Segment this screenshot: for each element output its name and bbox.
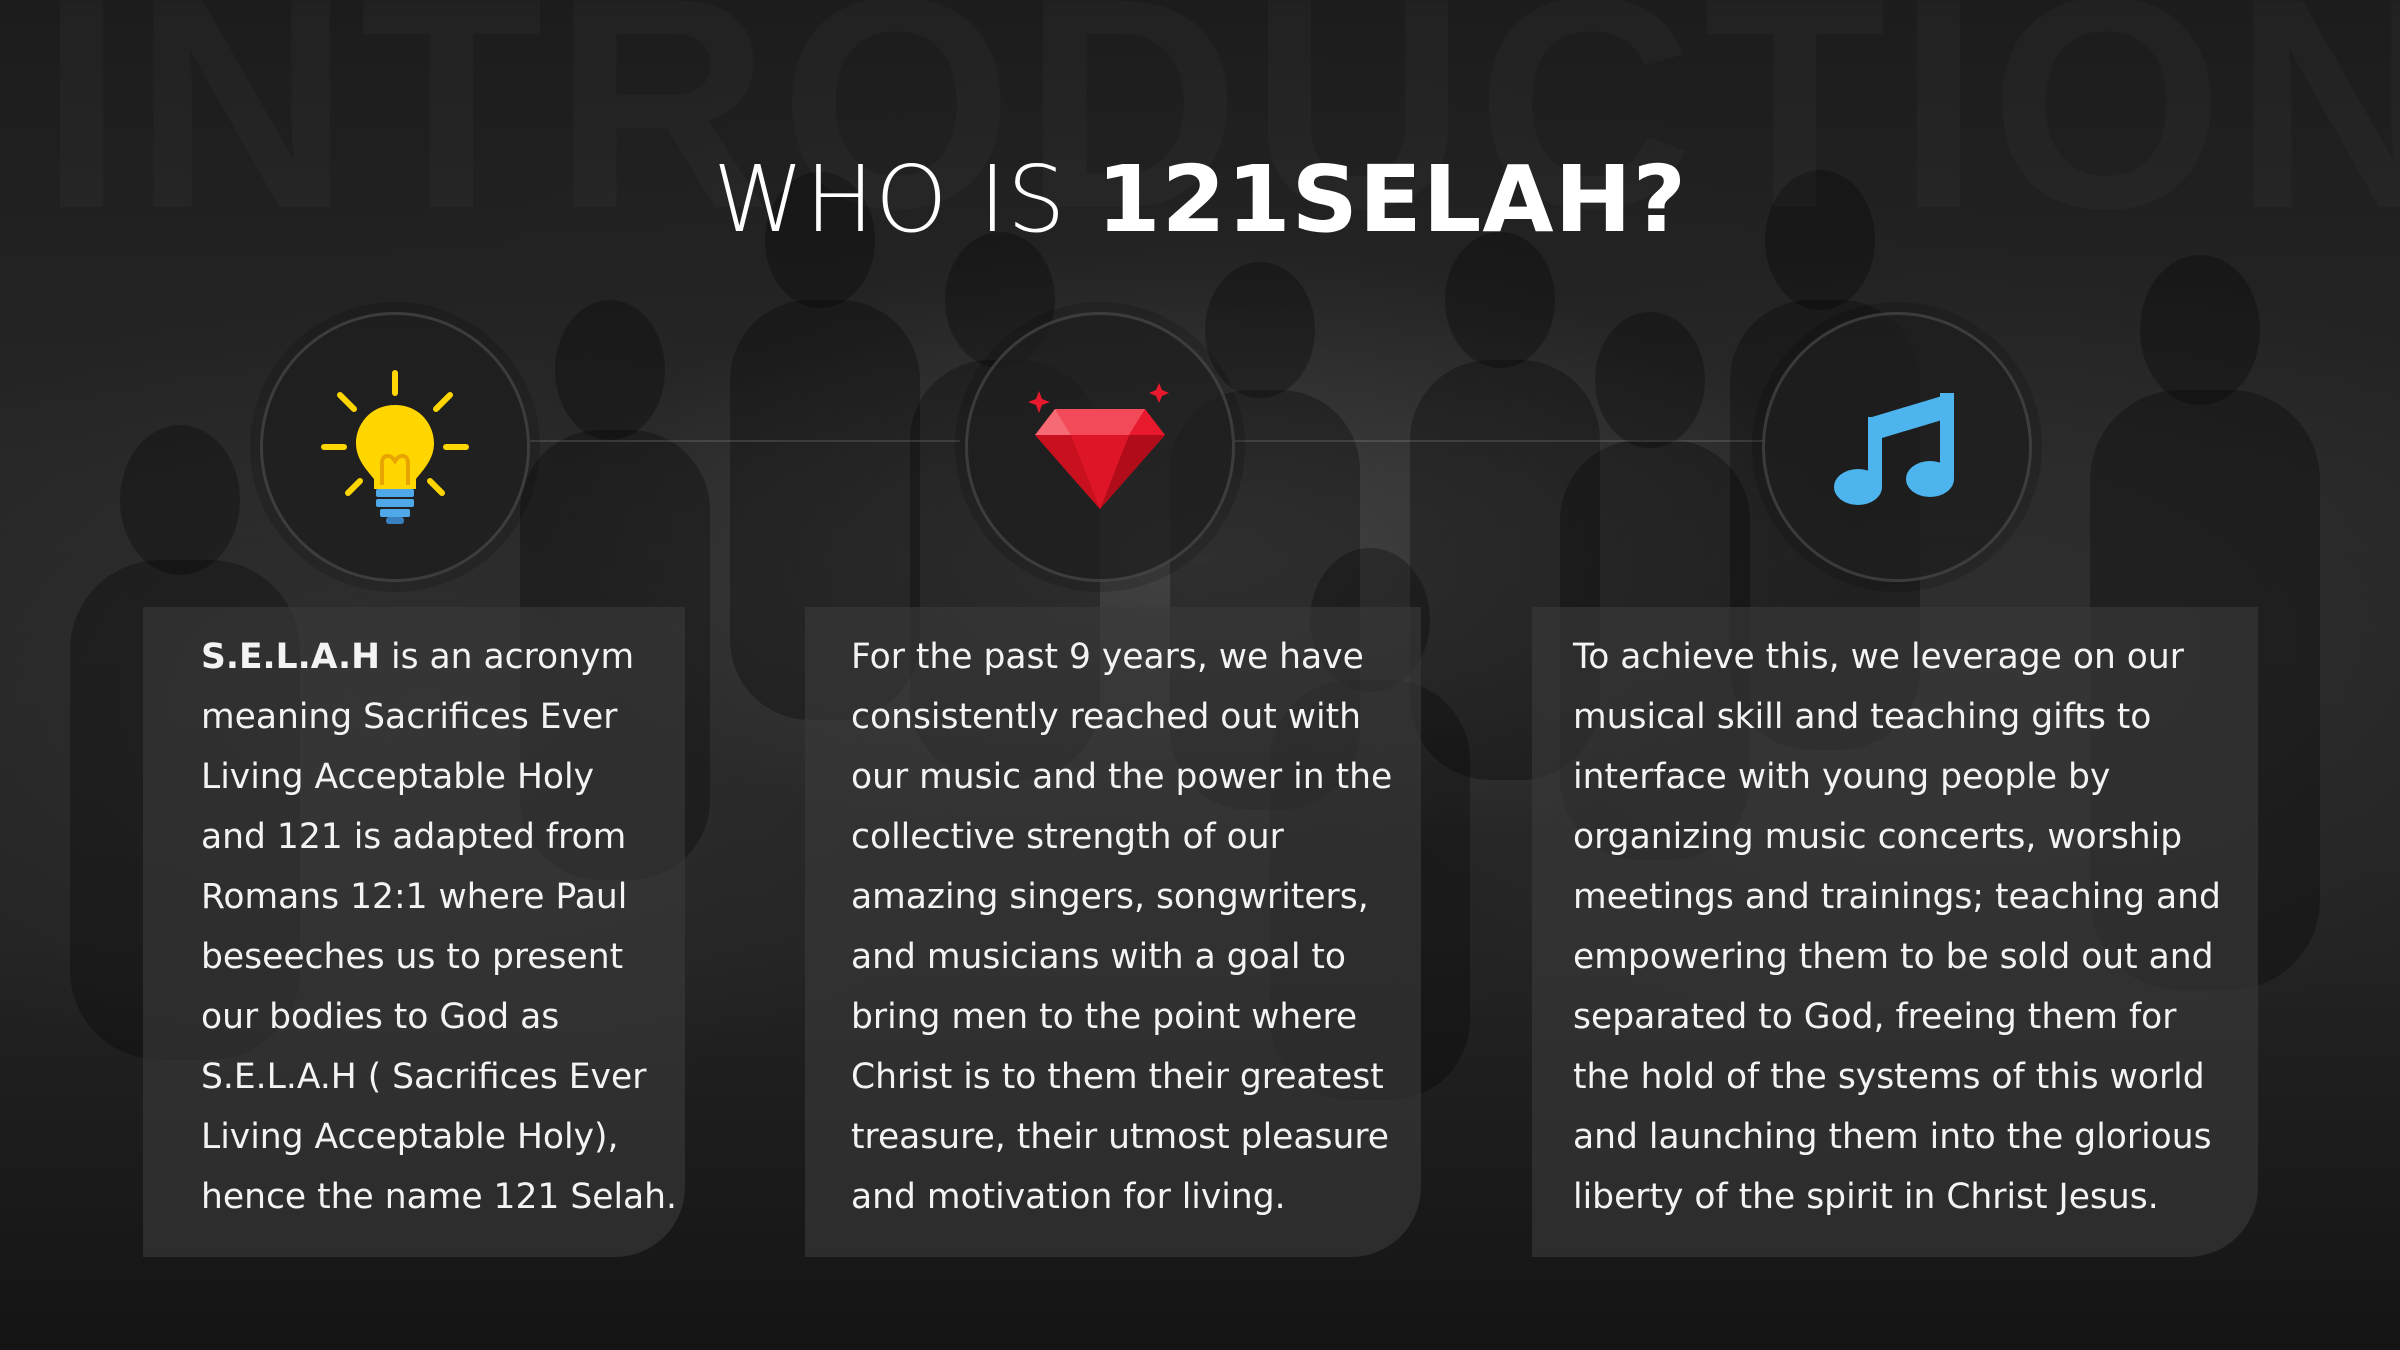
card-text: S.E.L.A.H is an acronym meaning Sacrific… xyxy=(201,627,685,1227)
icon-circle xyxy=(965,312,1235,582)
title-light: WHO IS xyxy=(713,145,1097,253)
music-note-icon xyxy=(1834,393,1954,505)
info-card-history: For the past 9 years, we have consistent… xyxy=(805,607,1421,1257)
connector-line xyxy=(1235,440,1765,442)
info-card-selah: S.E.L.A.H is an acronym meaning Sacrific… xyxy=(143,607,685,1257)
light-bulb-icon xyxy=(321,370,469,524)
info-card-mission: To achieve this, we leverage on our musi… xyxy=(1532,607,2258,1257)
page-title: WHO IS 121SELAH? xyxy=(0,140,2400,260)
gem-icon xyxy=(1028,383,1169,509)
card-body-text: For the past 9 years, we have consistent… xyxy=(851,637,1393,1217)
card-bold-lead: S.E.L.A.H xyxy=(201,637,381,677)
slide: INTRODUCTION WHO IS 121SELAH? xyxy=(0,0,2400,1350)
icon-circle xyxy=(260,312,530,582)
title-bold: 121SELAH? xyxy=(1096,145,1687,253)
icon-circle xyxy=(1762,312,2032,582)
card-body-text: To achieve this, we leverage on our musi… xyxy=(1573,637,2221,1217)
connector-line xyxy=(530,440,960,442)
card-body-text: is an acronym meaning Sacrifices Ever Li… xyxy=(201,637,678,1217)
